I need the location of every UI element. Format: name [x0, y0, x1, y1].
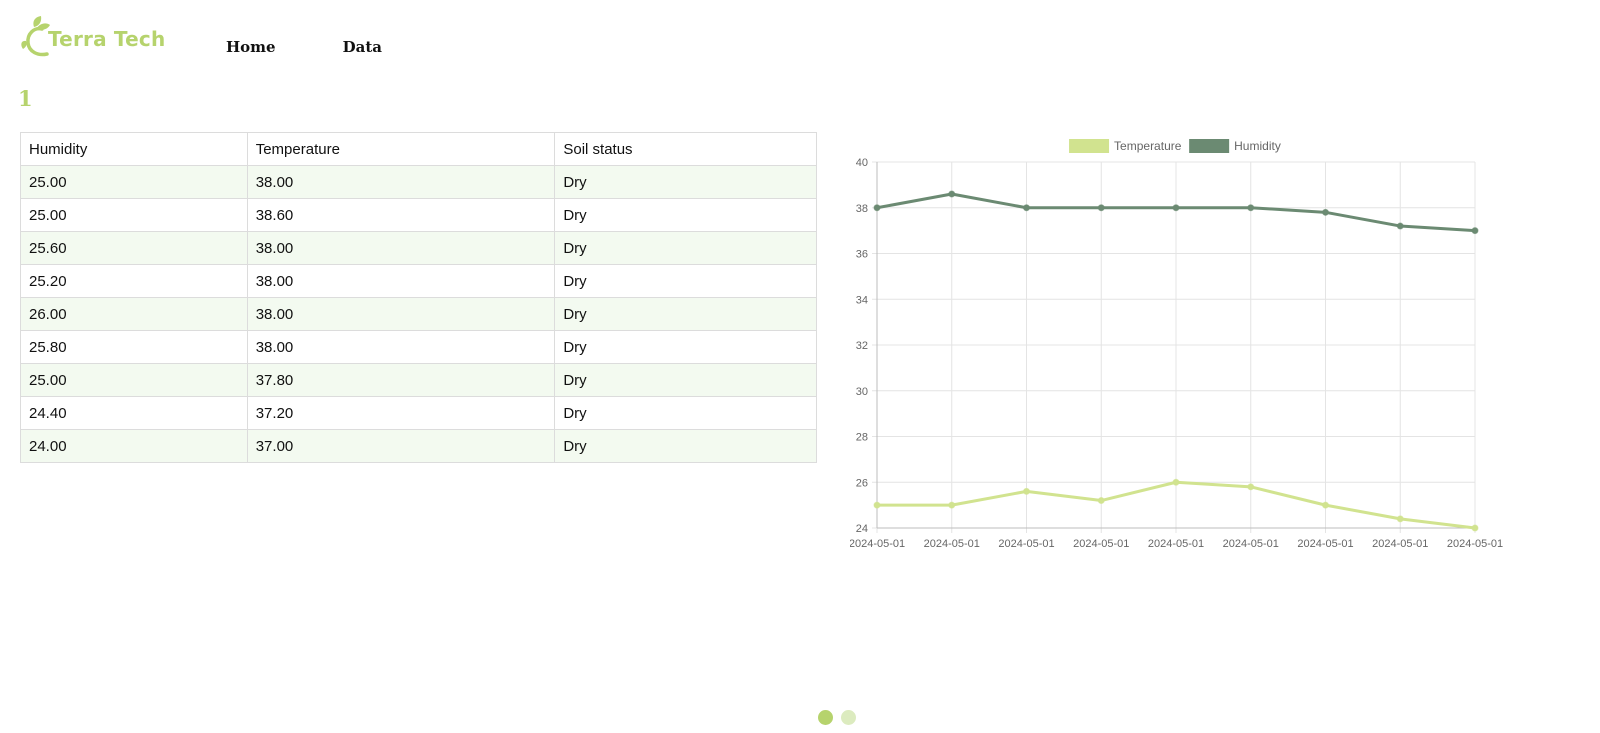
column-header-temperature: Temperature: [246, 132, 556, 166]
humidity-data-point: [873, 204, 881, 212]
carousel-pagination: [818, 710, 856, 725]
temperature-data-point: [1097, 497, 1105, 505]
temperature-data-point: [1172, 478, 1180, 486]
device-id: 1: [18, 86, 33, 111]
column-header-soil-status: Soil status: [554, 132, 817, 166]
y-tick-label: 24: [856, 523, 868, 535]
cell-humidity: 25.00: [20, 363, 248, 397]
cell-temperature: 37.80: [246, 363, 556, 397]
table-row: 24.00 37.00 Dry: [20, 429, 817, 463]
nav-data[interactable]: Data: [343, 38, 382, 56]
pagination-dot-active[interactable]: [818, 710, 833, 725]
pagination-dot[interactable]: [841, 710, 856, 725]
temperature-data-point: [1023, 487, 1030, 495]
humidity-data-point: [1396, 222, 1404, 230]
y-tick-label: 38: [856, 203, 868, 215]
cell-temperature: 37.20: [246, 396, 556, 430]
y-tick-label: 36: [856, 249, 868, 261]
cell-soil-status: Dry: [554, 429, 817, 463]
x-tick-label: 2024-05-01: [850, 538, 905, 550]
cell-soil-status: Dry: [554, 264, 817, 298]
cell-temperature: 38.00: [246, 165, 556, 199]
y-tick-label: 40: [856, 157, 868, 169]
table-row: 25.00 38.60 Dry: [20, 198, 817, 232]
y-tick-label: 30: [856, 386, 868, 398]
cell-soil-status: Dry: [554, 165, 817, 199]
y-tick-label: 26: [856, 477, 868, 489]
cell-humidity: 26.00: [20, 297, 248, 331]
table-row: 25.60 38.00 Dry: [20, 231, 817, 265]
cell-humidity: 25.80: [20, 330, 248, 364]
table-row: 25.20 38.00 Dry: [20, 264, 817, 298]
table-row: 25.00 38.00 Dry: [20, 165, 817, 199]
readings-line-chart: 24 26 28 30 32 34 36 38 40 2024-05-01 2024-05-01 20…: [850, 139, 1503, 550]
legend-swatch-humidity: [1189, 139, 1230, 153]
cell-temperature: 38.00: [246, 231, 556, 265]
cell-soil-status: Dry: [554, 198, 817, 232]
cell-humidity: 25.60: [20, 231, 248, 265]
cell-humidity: 25.20: [20, 264, 248, 298]
legend-swatch-temperature: [1069, 139, 1110, 153]
x-tick-label: 2024-05-01: [998, 538, 1054, 550]
nav-home[interactable]: Home: [226, 38, 276, 56]
cell-temperature: 38.00: [246, 264, 556, 298]
cell-soil-status: Dry: [554, 396, 817, 430]
table-row: 25.00 37.80 Dry: [20, 363, 817, 397]
legend-label-temperature: Temperature: [1114, 139, 1182, 153]
temperature-data-point: [1396, 515, 1404, 523]
temperature-data-point: [1322, 501, 1329, 509]
cell-soil-status: Dry: [554, 330, 817, 364]
cell-humidity: 25.00: [20, 165, 248, 199]
table-row: 26.00 38.00 Dry: [20, 297, 817, 331]
brand-name: Terra Tech: [48, 27, 166, 51]
cell-humidity: 24.00: [20, 429, 248, 463]
brand-logo[interactable]: Terra Tech: [20, 14, 165, 60]
y-tick-label: 28: [856, 432, 868, 444]
header: Terra Tech Home Data: [0, 0, 1600, 80]
temperature-data-point: [1471, 524, 1479, 532]
x-tick-label: 2024-05-01: [1148, 538, 1204, 550]
main-nav: Home Data: [226, 38, 382, 56]
cell-soil-status: Dry: [554, 363, 817, 397]
cell-humidity: 24.40: [20, 396, 248, 430]
table-row: 24.40 37.20 Dry: [20, 396, 817, 430]
legend-label-humidity: Humidity: [1234, 139, 1281, 153]
table-header-row: Humidity Temperature Soil status: [20, 132, 817, 166]
y-tick-label: 32: [856, 340, 868, 352]
humidity-data-point: [1471, 227, 1479, 235]
temperature-data-point: [1247, 483, 1255, 491]
cell-temperature: 38.00: [246, 297, 556, 331]
cell-soil-status: Dry: [554, 297, 817, 331]
humidity-data-point: [1023, 204, 1030, 212]
x-tick-label: 2024-05-01: [1297, 538, 1353, 550]
readings-table: Humidity Temperature Soil status 25.00 3…: [20, 132, 817, 463]
x-tick-label: 2024-05-01: [1447, 538, 1503, 550]
column-header-humidity: Humidity: [20, 132, 248, 166]
temperature-data-point: [873, 501, 881, 509]
cell-soil-status: Dry: [554, 231, 817, 265]
x-tick-label: 2024-05-01: [924, 538, 980, 550]
humidity-data-point: [1247, 204, 1255, 212]
humidity-data-point: [1097, 204, 1105, 212]
cell-humidity: 25.00: [20, 198, 248, 232]
cell-temperature: 38.60: [246, 198, 556, 232]
cell-temperature: 37.00: [246, 429, 556, 463]
leaf-sprout-icon: [21, 16, 50, 57]
x-tick-label: 2024-05-01: [1073, 538, 1129, 550]
temperature-data-point: [948, 501, 956, 509]
x-tick-label: 2024-05-01: [1372, 538, 1428, 550]
humidity-data-point: [1322, 208, 1329, 216]
y-tick-label: 34: [856, 294, 868, 306]
humidity-data-point: [948, 190, 956, 198]
humidity-data-point: [1172, 204, 1180, 212]
table-row: 25.80 38.00 Dry: [20, 330, 817, 364]
x-tick-label: 2024-05-01: [1223, 538, 1279, 550]
cell-temperature: 38.00: [246, 330, 556, 364]
